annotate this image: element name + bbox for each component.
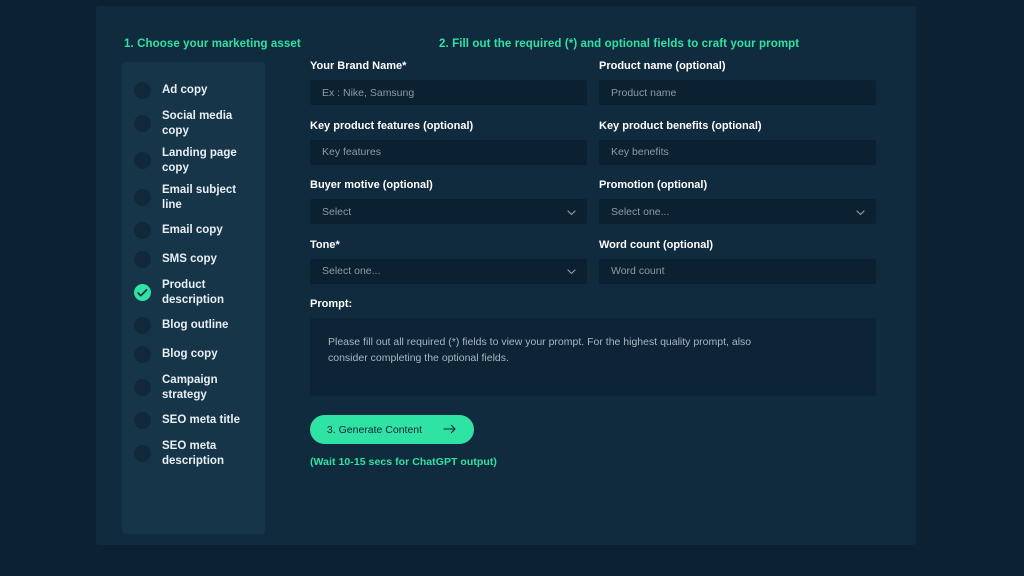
prompt-helper-text: Please fill out all required (*) fields … <box>328 336 752 364</box>
promotion-value: Select one... <box>611 205 670 218</box>
field-promotion: Promotion (optional) Select one... <box>599 179 876 224</box>
field-key-benefits: Key product benefits (optional) Key bene… <box>599 120 876 165</box>
field-product-name: Product name (optional) Product name <box>599 60 876 105</box>
key-benefits-label: Key product benefits (optional) <box>599 119 762 132</box>
key-benefits-input-shell[interactable]: Key benefits <box>599 139 876 165</box>
radio-circle-icon <box>134 82 151 99</box>
word-count-input-shell[interactable]: Word count <box>599 258 876 284</box>
generate-content-button[interactable]: 3. Generate Content <box>310 415 474 444</box>
key-features-label: Key product features (optional) <box>310 119 474 132</box>
asset-item-campaign-strategy[interactable]: Campaign strategy <box>122 369 265 406</box>
asset-item-label: Landing page copy <box>162 147 237 174</box>
tone-value: Select one... <box>322 265 381 277</box>
form-row-2: Key product features (optional) Key feat… <box>310 120 890 165</box>
product-name-input-shell[interactable]: Product name <box>599 80 876 105</box>
word-count-label: Word count (optional) <box>599 238 714 251</box>
asset-item-label: Product description <box>162 279 224 306</box>
step-2-heading: 2. Fill out the required (*) and optiona… <box>439 38 800 50</box>
promotion-label: Promotion (optional) <box>599 179 708 191</box>
field-brand-name: Your Brand Name* Ex : Nike, Samsung <box>310 60 587 105</box>
form-row-1: Your Brand Name* Ex : Nike, Samsung Prod… <box>310 60 890 105</box>
asset-item-landing-page-copy[interactable]: Landing page copy <box>122 142 265 179</box>
radio-circle-icon <box>134 317 151 334</box>
step-1-heading: 1. Choose your marketing asset <box>124 38 301 50</box>
prompt-output-box: Please fill out all required (*) fields … <box>310 318 876 396</box>
tone-label: Tone* <box>310 238 340 251</box>
asset-item-ad-copy[interactable]: Ad copy <box>122 76 265 105</box>
asset-item-label: Social media copy <box>162 110 233 137</box>
tool-card: 1. Choose your marketing asset 2. Fill o… <box>96 6 916 545</box>
radio-circle-icon <box>134 379 151 396</box>
asset-item-seo-meta-title[interactable]: SEO meta title <box>122 406 265 435</box>
key-features-input-shell[interactable]: Key features <box>310 139 587 165</box>
asset-item-label: SEO meta title <box>162 414 240 427</box>
radio-circle-icon <box>134 152 151 169</box>
asset-item-label: SEO meta description <box>162 440 224 467</box>
asset-item-label: Blog outline <box>162 319 229 332</box>
field-word-count: Word count (optional) Word count <box>599 239 876 284</box>
radio-circle-icon <box>134 251 151 268</box>
asset-item-blog-outline[interactable]: Blog outline <box>122 311 265 340</box>
asset-item-label: Email copy <box>162 224 223 237</box>
check-circle-icon <box>134 284 151 301</box>
form-row-4: Tone* Select one... Word count (optional… <box>310 239 890 284</box>
asset-item-label: Campaign strategy <box>162 374 218 401</box>
asset-item-email-subject-line[interactable]: Email subject line <box>122 179 265 216</box>
radio-circle-icon <box>134 412 151 429</box>
wait-note: (Wait 10-15 secs for ChatGPT output) <box>310 456 497 468</box>
brand-name-input-shell[interactable]: Ex : Nike, Samsung <box>310 80 587 105</box>
asset-item-blog-copy[interactable]: Blog copy <box>122 340 265 369</box>
app-background: 1. Choose your marketing asset 2. Fill o… <box>0 0 1024 576</box>
buyer-motive-label: Buyer motive (optional) <box>310 179 433 191</box>
brand-name-label: Your Brand Name* <box>310 60 407 72</box>
generate-section: 3. Generate Content (Wait 10-15 secs for… <box>310 415 890 468</box>
field-tone: Tone* Select one... <box>310 239 587 284</box>
field-buyer-motive: Buyer motive (optional) Select <box>310 179 587 224</box>
asset-item-sms-copy[interactable]: SMS copy <box>122 245 265 274</box>
buyer-motive-value: Select <box>322 205 352 218</box>
brand-name-placeholder: Ex : Nike, Samsung <box>322 86 415 99</box>
key-features-placeholder: Key features <box>322 146 381 158</box>
product-name-placeholder: Product name <box>611 86 677 99</box>
asset-item-label: Ad copy <box>162 84 208 97</box>
radio-circle-icon <box>134 445 151 462</box>
generate-content-label: 3. Generate Content <box>326 423 423 436</box>
prompt-section: Prompt: Please fill out all required (*)… <box>310 298 890 396</box>
chevron-down-icon <box>567 203 576 221</box>
word-count-placeholder: Word count <box>611 265 665 277</box>
chevron-down-icon <box>856 203 865 221</box>
radio-circle-icon <box>134 189 151 206</box>
radio-circle-icon <box>134 346 151 363</box>
chevron-down-icon <box>567 262 576 280</box>
asset-item-seo-meta-description[interactable]: SEO meta description <box>122 435 265 472</box>
marketing-asset-list: Ad copy Social media copy Landing page cop… <box>122 62 265 534</box>
radio-circle-icon <box>134 115 151 132</box>
asset-item-label: SMS copy <box>162 253 217 266</box>
radio-circle-icon <box>134 222 151 239</box>
promotion-select[interactable]: Select one... <box>599 199 876 224</box>
asset-item-product-description[interactable]: Product description <box>122 274 265 311</box>
product-name-label: Product name (optional) <box>599 60 726 72</box>
asset-item-email-copy[interactable]: Email copy <box>122 216 265 245</box>
form-row-3: Buyer motive (optional) Select Promotion… <box>310 179 890 224</box>
prompt-form: Your Brand Name* Ex : Nike, Samsung Prod… <box>310 60 890 468</box>
buyer-motive-select[interactable]: Select <box>310 199 587 224</box>
field-key-features: Key product features (optional) Key feat… <box>310 120 587 165</box>
tone-select[interactable]: Select one... <box>310 258 587 284</box>
asset-item-label: Blog copy <box>162 348 218 361</box>
key-benefits-placeholder: Key benefits <box>611 146 669 158</box>
asset-item-social-media-copy[interactable]: Social media copy <box>122 105 265 142</box>
asset-item-label: Email subject line <box>162 184 237 211</box>
arrow-right-icon <box>443 422 457 437</box>
prompt-label: Prompt: <box>310 298 353 310</box>
